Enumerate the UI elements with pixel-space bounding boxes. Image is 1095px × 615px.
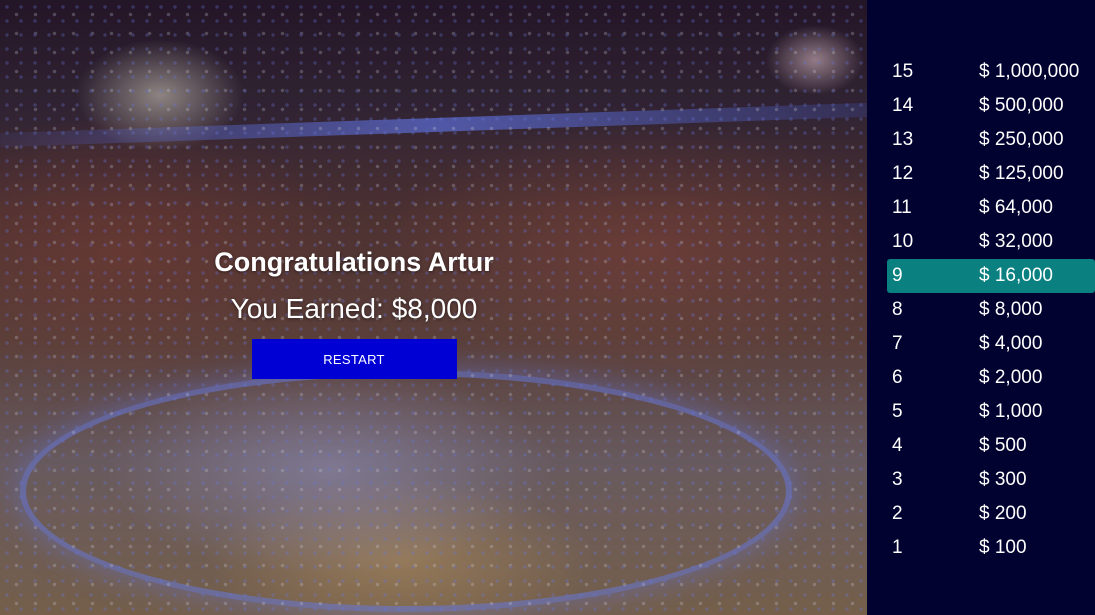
level-number: 12 [892,163,914,184]
level-number: 2 [892,503,903,524]
level-amount: $ 500,000 [979,95,1064,116]
level-amount: $ 16,000 [979,265,1053,286]
end-game-panel: Congratulations Artur You Earned: $8,000 … [0,245,708,379]
pyramid-row: 3 $ 300 [887,463,1095,497]
level-amount: $ 8,000 [979,299,1043,320]
earned-text: You Earned: $8,000 [231,291,478,327]
money-pyramid: 15 $ 1,000,000 14 $ 500,000 13 $ 250,000 12… [867,0,1095,615]
pyramid-row: 13 $ 250,000 [887,123,1095,157]
pyramid-row: 2 $ 200 [887,497,1095,531]
level-number: 13 [892,129,914,150]
level-amount: $ 500 [979,435,1027,456]
game-stage: Congratulations Artur You Earned: $8,000 … [0,0,867,615]
pyramid-row: 14 $ 500,000 [887,89,1095,123]
level-amount: $ 200 [979,503,1027,524]
level-amount: $ 2,000 [979,367,1043,388]
level-number: 14 [892,95,914,116]
game-app: Congratulations Artur You Earned: $8,000 … [0,0,1095,615]
pyramid-row: 4 $ 500 [887,429,1095,463]
level-amount: $ 1,000 [979,401,1043,422]
earned-label: You Earned: [230,293,384,324]
level-number: 4 [892,435,903,456]
level-amount: $ 250,000 [979,129,1064,150]
pyramid-row: 7 $ 4,000 [887,327,1095,361]
pyramid-row: 11 $ 64,000 [887,191,1095,225]
level-number: 10 [892,231,914,252]
level-number: 8 [892,299,903,320]
level-amount: $ 4,000 [979,333,1043,354]
level-number: 5 [892,401,903,422]
level-amount: $ 1,000,000 [979,61,1080,82]
pyramid-row: 10 $ 32,000 [887,225,1095,259]
level-amount: $ 300 [979,469,1027,490]
restart-button[interactable]: RESTART [251,339,457,379]
level-number: 6 [892,367,903,388]
pyramid-row: 1 $ 100 [887,531,1095,565]
pyramid-row-active: 9 $ 16,000 [887,259,1095,293]
level-number: 11 [892,197,912,218]
pyramid-row: 15 $ 1,000,000 [887,55,1095,89]
pyramid-row: 5 $ 1,000 [887,395,1095,429]
level-amount: $ 125,000 [979,163,1064,184]
level-amount: $ 64,000 [979,197,1053,218]
level-number: 15 [892,61,914,82]
congrats-title: Congratulations Artur [214,247,494,277]
earned-amount: $8,000 [391,293,478,324]
level-amount: $ 32,000 [979,231,1053,252]
level-number: 1 [892,537,903,558]
level-number: 7 [892,333,903,354]
pyramid-row: 8 $ 8,000 [887,293,1095,327]
level-number: 9 [892,265,903,286]
level-number: 3 [892,469,903,490]
pyramid-row: 12 $ 125,000 [887,157,1095,191]
pyramid-row: 6 $ 2,000 [887,361,1095,395]
level-amount: $ 100 [979,537,1027,558]
